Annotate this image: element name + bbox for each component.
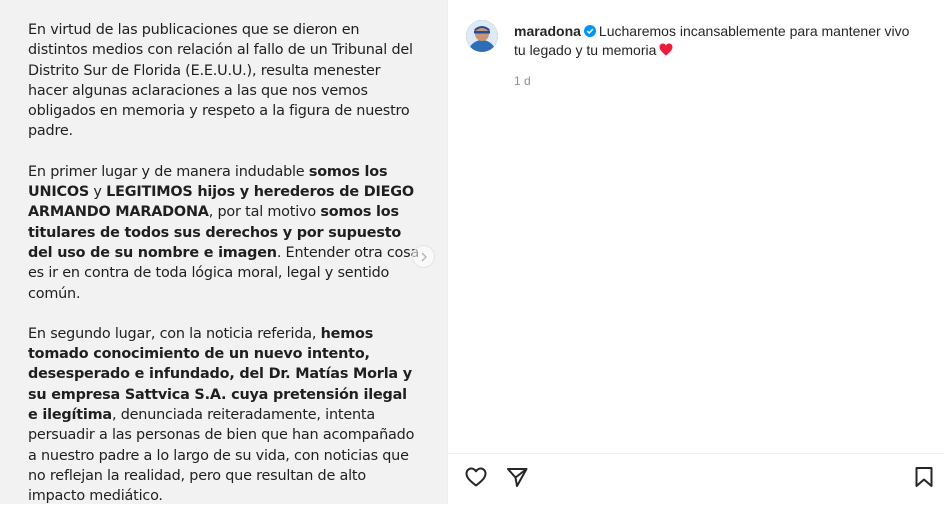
text-segment: , por tal motivo bbox=[208, 204, 321, 221]
save-button[interactable] bbox=[911, 464, 937, 490]
avatar-image bbox=[466, 20, 498, 52]
avatar[interactable] bbox=[466, 20, 498, 52]
statement-paragraph-3: En segundo lugar, con la noticia referid… bbox=[28, 324, 420, 507]
bookmark-icon bbox=[915, 467, 933, 487]
chevron-right-icon bbox=[421, 252, 427, 261]
statement-paragraph-2: En primer lugar y de manera indudable so… bbox=[28, 162, 420, 304]
username-link[interactable]: maradona bbox=[514, 23, 581, 39]
red-heart-emoji bbox=[659, 43, 673, 56]
right-margin bbox=[944, 0, 950, 514]
paper-plane-icon bbox=[507, 468, 528, 487]
like-button[interactable] bbox=[463, 464, 489, 490]
post-statement-text: En virtud de las publicaciones que se di… bbox=[28, 20, 420, 527]
heart-outline-icon bbox=[465, 467, 487, 487]
post-timestamp[interactable]: 1 d bbox=[514, 74, 531, 88]
post-caption: maradona Lucharemos incansablemente para … bbox=[514, 22, 924, 60]
share-button[interactable] bbox=[504, 464, 530, 490]
bottom-margin bbox=[0, 504, 950, 514]
next-slide-button[interactable] bbox=[412, 245, 435, 268]
post-image[interactable]: En virtud de las publicaciones que se di… bbox=[0, 0, 447, 514]
text-segment: En primer lugar y de manera indudable bbox=[28, 163, 309, 180]
statement-paragraph-1: En virtud de las publicaciones que se di… bbox=[28, 22, 413, 140]
verified-badge-icon bbox=[583, 25, 596, 37]
text-segment: En segundo lugar, con la noticia referid… bbox=[28, 325, 321, 342]
text-segment: y bbox=[89, 184, 107, 201]
actions-divider bbox=[448, 453, 944, 454]
